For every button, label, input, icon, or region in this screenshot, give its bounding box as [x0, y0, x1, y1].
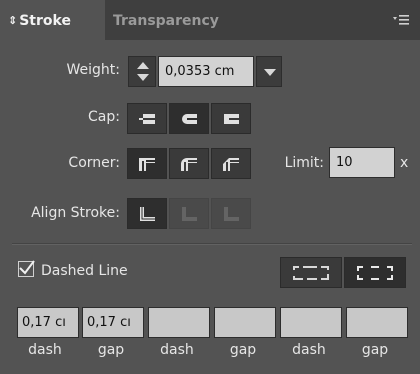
tab-transparency-label: Transparency [113, 13, 219, 29]
miter-join-icon [139, 157, 155, 171]
stepper-down-icon[interactable] [137, 74, 149, 81]
miter-join-button[interactable] [127, 148, 167, 179]
align-outside-icon [224, 206, 239, 221]
gap-label-2: gap [229, 342, 257, 358]
cap-label: Cap: [88, 109, 120, 125]
tab-transparency[interactable]: Transparency [113, 0, 253, 40]
gap-label-1: gap [97, 342, 125, 358]
projecting-cap-icon [224, 113, 239, 124]
align-inside-button[interactable] [169, 198, 209, 229]
gap-label-3: gap [361, 342, 389, 358]
section-divider-highlight [12, 244, 412, 245]
align-inside-icon [182, 206, 197, 221]
align-outside-button[interactable] [211, 198, 251, 229]
weight-label: Weight: [66, 62, 121, 78]
dashed-line-label: Dashed Line [41, 263, 128, 279]
stepper-up-icon[interactable] [137, 62, 149, 69]
limit-input[interactable]: 10 [329, 147, 395, 178]
butt-cap-button[interactable] [127, 103, 167, 134]
align-center-button[interactable] [127, 198, 167, 229]
weight-dropdown-button[interactable] [256, 56, 282, 87]
weight-stepper[interactable] [128, 56, 156, 87]
corner-button-group [127, 148, 253, 179]
round-join-button[interactable] [169, 148, 209, 179]
dash-label-3: dash [292, 342, 326, 358]
limit-label: Limit: [284, 155, 324, 171]
dash-field-2[interactable] [148, 307, 210, 338]
bevel-join-icon [223, 157, 239, 171]
limit-suffix: x [400, 155, 409, 171]
align-center-icon [140, 206, 155, 221]
dash-field-3[interactable] [280, 307, 342, 338]
dashed-line-checkbox[interactable] [18, 260, 35, 277]
align-button-group [127, 198, 253, 229]
round-join-icon [181, 157, 197, 171]
weight-input[interactable]: 0,0353 cm [158, 56, 254, 87]
dash-label-1: dash [28, 342, 62, 358]
gap-field-1[interactable]: 0,17 cı [82, 307, 144, 338]
preserve-dash-icon [293, 265, 329, 280]
panel-header: ⇕ Stroke Transparency [0, 0, 420, 40]
tab-stroke-label: Stroke [19, 13, 71, 29]
chevron-down-icon [264, 69, 276, 76]
align-stroke-label: Align Stroke: [31, 205, 120, 221]
projecting-cap-button[interactable] [211, 103, 251, 134]
gap-field-2[interactable] [214, 307, 276, 338]
corner-label: Corner: [68, 155, 120, 171]
round-cap-icon [182, 113, 197, 124]
cap-button-group [127, 103, 253, 134]
panel-menu-icon[interactable] [392, 13, 410, 27]
align-dash-corners-icon [357, 265, 393, 280]
bevel-join-button[interactable] [211, 148, 251, 179]
round-cap-button[interactable] [169, 103, 209, 134]
dash-label-2: dash [160, 342, 194, 358]
checkmark-icon [19, 260, 35, 275]
tab-stroke[interactable]: ⇕ Stroke [0, 0, 105, 40]
gap-field-3[interactable] [346, 307, 408, 338]
butt-cap-icon [139, 113, 155, 124]
dash-field-1[interactable]: 0,17 cı [17, 307, 79, 338]
preserve-dash-button[interactable] [280, 257, 342, 288]
updown-arrows-icon[interactable]: ⇕ [8, 0, 17, 42]
align-dash-corners-button[interactable] [344, 257, 406, 288]
